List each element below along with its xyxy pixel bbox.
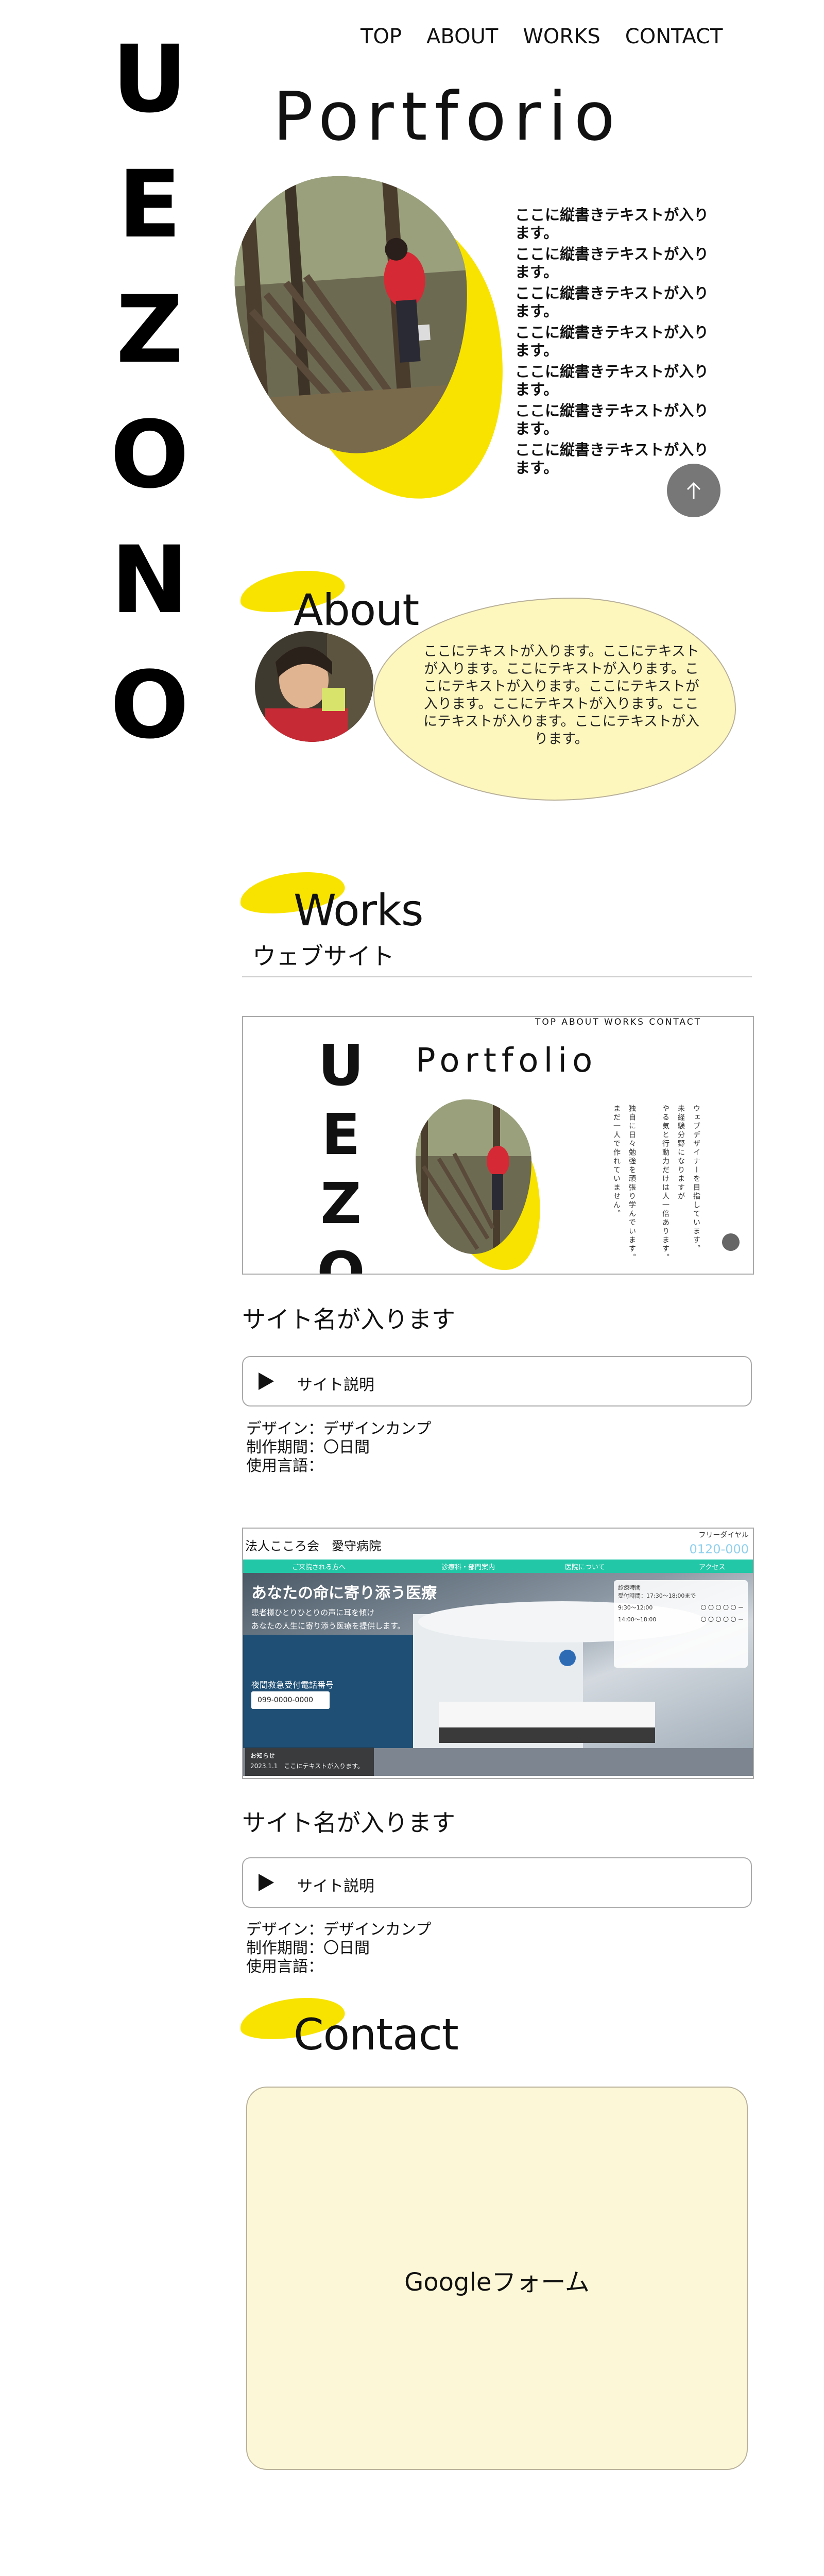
hospital-news: お知らせ 2023.1.1 ここにテキストが入ります。	[245, 1748, 374, 1776]
free-dial-label: フリーダイヤル	[698, 1531, 749, 1539]
hospital-subtext-line: 患者様ひとりひとりの声に耳を傾け	[251, 1608, 375, 1617]
hospital-menu-item: 診療科・部門案内	[441, 1564, 495, 1571]
work-meta: デザイン：デザインカンプ 制作期間：〇日間 使用言語：	[246, 1420, 431, 1476]
about-photo	[255, 631, 373, 742]
preview-vertical-text: 未経験分野になりますが	[677, 1105, 685, 1201]
hero-text-line: ここに縦書きテキストが入ります。	[515, 206, 709, 242]
news-line: 2023.1.1 ここにテキストが入ります。	[250, 1762, 364, 1770]
category-divider	[242, 976, 752, 977]
top-nav: TOP ABOUT WORKS CONTACT	[360, 25, 723, 48]
google-form-label: Googleフォーム	[404, 2268, 590, 2297]
about-text: ここにテキストが入ります。ここにテキストが入ります。ここにテキストが入ります。こ…	[423, 643, 699, 747]
emergency-tel: 099-0000-0000	[251, 1691, 330, 1709]
hospital-subtext: 患者様ひとりひとりの声に耳を傾け あなたの人生に寄り添う医療を提供します。	[251, 1606, 405, 1633]
work-preview-portfolio[interactable]: TOP ABOUT WORKS CONTACT UEZONO Portfolio…	[242, 1016, 754, 1275]
preview-title: Portfolio	[416, 1042, 598, 1080]
preview-vertical-text: ウェブデザイナーを目指しています。	[692, 1105, 700, 1253]
hospital-name: 法人こころ会 愛守病院	[245, 1539, 381, 1553]
work-preview-hospital[interactable]: 法人こころ会 愛守病院 フリーダイヤル 0120-000 ご来院される方へ 診療…	[242, 1528, 754, 1779]
meta-period: 制作期間：〇日間	[246, 1939, 370, 1957]
nav-contact-link[interactable]: CONTACT	[625, 25, 723, 48]
brand-logo: UEZONO	[96, 26, 203, 777]
hospital-subtext-line: あなたの人生に寄り添う医療を提供します。	[251, 1621, 405, 1631]
schedule-marks: 〇 〇 〇 〇 〇 ー	[700, 1604, 744, 1611]
hospital-schedule: 診療時間 受付時間：17:30〜18:00まで 9:30〜12:00 〇 〇 〇…	[614, 1580, 748, 1668]
preview-nav: TOP ABOUT WORKS CONTACT	[535, 1017, 701, 1027]
site-description-label: サイト説明	[297, 1376, 374, 1394]
hospital-header: 法人こころ会 愛守病院 フリーダイヤル 0120-000	[243, 1529, 753, 1560]
schedule-time: 9:30〜12:00	[618, 1604, 653, 1611]
preview-vertical-text: やる気と行動力だけは人一倍あります。	[661, 1105, 670, 1262]
schedule-time: 14:00〜18:00	[618, 1616, 657, 1623]
hero-vertical-text-column: ここに縦書きテキストが入ります。 ここに縦書きテキストが入ります。 ここに縦書き…	[515, 206, 716, 480]
hospital-headline: あなたの命に寄り添う医療	[251, 1584, 437, 1602]
hero-text-line: ここに縦書きテキストが入ります。	[515, 324, 709, 359]
work-site-name: サイト名が入ります	[242, 1809, 455, 1837]
works-category-label: ウェブサイト	[252, 942, 394, 970]
site-description-label: サイト説明	[297, 1877, 374, 1895]
meta-design: デザイン：デザインカンプ	[246, 1420, 432, 1438]
schedule-row: 14:00〜18:00 〇 〇 〇 〇 〇 ー	[618, 1615, 744, 1623]
about-title: About	[294, 585, 419, 635]
schedule-hours: 受付時間：17:30〜18:00まで	[618, 1592, 696, 1599]
hospital-menu-item: アクセス	[699, 1564, 726, 1571]
meta-period: 制作期間：〇日間	[246, 1438, 370, 1456]
emergency-tel-label: 夜間救急受付電話番号	[251, 1680, 334, 1690]
schedule-row: 9:30〜12:00 〇 〇 〇 〇 〇 ー	[618, 1603, 744, 1612]
work-meta: デザイン：デザインカンプ 制作期間：〇日間 使用言語：	[246, 1921, 431, 1976]
work-site-name: サイト名が入ります	[242, 1306, 455, 1333]
works-title: Works	[294, 885, 423, 936]
preview-vertical-text: 独自に日々勉強を頑張り学んでいます。	[628, 1105, 636, 1262]
schedule-title: 診療時間	[618, 1584, 641, 1591]
hospital-menu-item: 医院について	[565, 1564, 605, 1571]
meta-languages: 使用言語：	[246, 1958, 323, 1976]
schedule-marks: 〇 〇 〇 〇 〇 ー	[700, 1616, 744, 1623]
nav-about-link[interactable]: ABOUT	[426, 25, 498, 48]
back-to-top-button[interactable]	[667, 464, 720, 517]
site-description-button[interactable]: サイト説明	[242, 1356, 752, 1406]
hospital-menu-item: ご来院される方へ	[292, 1564, 346, 1571]
hero-text-line: ここに縦書きテキストが入ります。	[515, 363, 709, 398]
hero-text-line: ここに縦書きテキストが入ります。	[515, 245, 709, 281]
hero-text-line: ここに縦書きテキストが入ります。	[515, 284, 709, 320]
contact-title: Contact	[294, 2009, 459, 2060]
news-title: お知らせ	[250, 1752, 275, 1759]
hospital-phone: 0120-000	[689, 1542, 749, 1556]
preview-vertical-text: まだ一人で作れていません。	[612, 1105, 621, 1218]
site-description-button[interactable]: サイト説明	[242, 1857, 752, 1908]
nav-top-link[interactable]: TOP	[360, 25, 402, 48]
preview-brand: UEZONO	[308, 1032, 374, 1275]
arrow-up-icon	[686, 482, 701, 499]
meta-languages: 使用言語：	[246, 1457, 323, 1475]
play-icon	[259, 1874, 274, 1891]
hero-title: Portforio	[273, 77, 623, 156]
play-icon	[259, 1372, 274, 1390]
hero-text-line: ここに縦書きテキストが入ります。	[515, 402, 709, 437]
nav-works-link[interactable]: WORKS	[523, 25, 600, 48]
meta-design: デザイン：デザインカンプ	[246, 1921, 432, 1939]
hospital-menu-bar: ご来院される方へ 診療科・部門案内 医院について アクセス	[243, 1560, 753, 1573]
preview-top-button	[722, 1233, 740, 1251]
contact-form-embed[interactable]: Googleフォーム	[246, 2087, 748, 2470]
